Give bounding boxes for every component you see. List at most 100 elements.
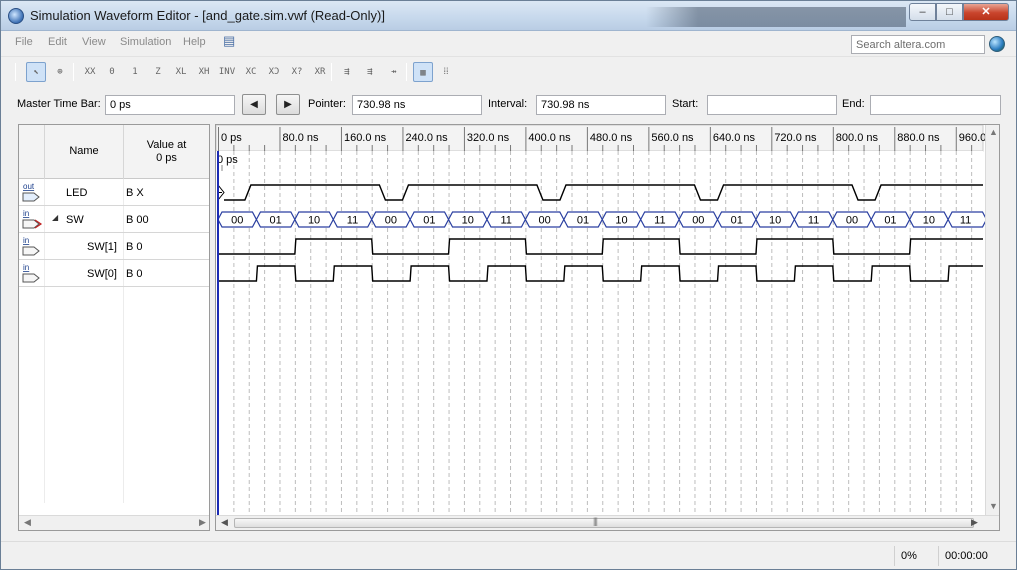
signal-name: SW[0] [87, 268, 117, 280]
app-icon [8, 8, 24, 24]
bus-value-label: 01 [423, 215, 435, 227]
maximize-button[interactable]: □ [936, 3, 963, 21]
value-at-time: 0 ps [156, 152, 177, 164]
overwrite-clock-icon: XƆ [268, 67, 280, 77]
snap-to-grid-icon: ▦ [420, 68, 426, 78]
status-bar: 0% 00:00:00 [1, 541, 1016, 569]
icon-column-header[interactable] [19, 125, 45, 179]
scroll-right-icon[interactable]: ▶ [199, 517, 206, 528]
svg-text:in: in [23, 209, 29, 218]
bus-value-label: 10 [769, 215, 781, 227]
feedback-icon[interactable]: ▤ [223, 33, 235, 49]
force-weak-high-icon: XH [198, 67, 210, 77]
menu-help[interactable]: Help [183, 36, 206, 48]
elapsed-time-status: 00:00:00 [938, 546, 996, 566]
menu-view[interactable]: View [82, 36, 106, 48]
force-weak-high-button[interactable]: XH [194, 62, 214, 82]
signal-value: B X [126, 187, 144, 199]
grid-settings-button[interactable]: ⁞⁞ [436, 62, 456, 82]
menu-file[interactable]: File [15, 36, 33, 48]
start-field [707, 95, 837, 115]
waveform-canvas[interactable]: 0 ps 80.0 ns 160.0 ns 240.0 ns 320.0 ns 400.0… [216, 125, 985, 515]
overwrite-clock-button[interactable]: XƆ [264, 62, 284, 82]
generate-testbench-button[interactable]: ⇸ [384, 62, 404, 82]
bus-value-label: 11 [347, 215, 358, 227]
force-weak-low-button[interactable]: XL [171, 62, 191, 82]
signal-name: SW[1] [87, 241, 117, 253]
cursor-label-strip [216, 151, 983, 179]
force-low-icon: 0 [109, 67, 115, 77]
scrollbar-thumb[interactable] [234, 518, 974, 528]
signal-value: B 00 [126, 214, 149, 226]
sw0-waveform[interactable] [218, 265, 983, 282]
scroll-up-icon[interactable]: ▲ [989, 127, 998, 137]
force-high-impedance-button[interactable]: Z [148, 62, 168, 82]
run-functional-simulation-icon: ⇶ [344, 67, 350, 77]
close-button[interactable]: ✕ [963, 3, 1009, 21]
signal-value: B 0 [126, 268, 143, 280]
toolbar-separator [331, 63, 332, 81]
minimize-button[interactable]: – [909, 3, 936, 21]
generate-testbench-icon: ⇸ [391, 67, 397, 77]
master-time-bar-field[interactable]: 0 ps [105, 95, 235, 115]
arbitrary-value-button[interactable]: XR [310, 62, 330, 82]
name-column-header[interactable]: Name [45, 125, 124, 179]
names-header: Name Value at 0 ps [19, 125, 209, 179]
previous-transition-button[interactable]: ◀ [242, 94, 266, 115]
search-input[interactable]: Search altera.com [851, 35, 985, 54]
master-time-bar-label: Master Time Bar: [17, 98, 101, 110]
led-waveform[interactable] [224, 184, 983, 201]
zoom-tool-icon: ⊕ [57, 67, 63, 77]
ruler-label: 480.0 ns [590, 132, 633, 144]
globe-icon[interactable] [989, 36, 1005, 52]
zoom-tool-button[interactable]: ⊕ [50, 62, 70, 82]
toolbar-separator [73, 63, 74, 81]
scroll-left-icon[interactable]: ◀ [24, 517, 31, 528]
force-high-icon: 1 [132, 67, 138, 77]
ruler-label: 400.0 ns [528, 132, 571, 144]
next-transition-button[interactable]: ▶ [276, 94, 300, 115]
signal-name: LED [66, 187, 88, 199]
menu-simulation[interactable]: Simulation [120, 36, 171, 48]
waveform-horizontal-scrollbar[interactable]: ◀ ||| ▶ [216, 515, 999, 530]
scroll-right-icon[interactable]: ▶ [971, 517, 978, 528]
signal-row[interactable]: in SW[1] B 0 [19, 233, 209, 260]
expand-toggle-icon[interactable]: ◢ [52, 213, 58, 222]
run-timing-simulation-button[interactable]: ⇶ [360, 62, 380, 82]
bus-value-label: 01 [884, 215, 896, 227]
snap-to-grid-button[interactable]: ▦ [413, 62, 433, 82]
title-bar[interactable]: Simulation Waveform Editor - [and_gate.s… [1, 1, 1016, 31]
names-horizontal-scrollbar[interactable]: ◀ ▶ [19, 515, 209, 530]
svg-text:in: in [23, 236, 29, 245]
waveform-vertical-scrollbar[interactable]: ▲ ▼ [985, 125, 999, 515]
bus-value-label: 01 [270, 215, 282, 227]
bus-value-label: 11 [808, 215, 819, 227]
background-window-ghost [646, 7, 906, 27]
sw1-waveform[interactable] [218, 238, 983, 255]
bus-value-label: 00 [846, 215, 858, 227]
signal-row[interactable]: in ◢ SW B 00 [19, 206, 209, 233]
waveform-panel[interactable]: 0 ps 80.0 ns 160.0 ns 240.0 ns 320.0 ns 400.0… [215, 124, 1000, 531]
scroll-down-icon[interactable]: ▼ [989, 501, 998, 511]
scroll-left-icon[interactable]: ◀ [221, 517, 228, 528]
input-pin-icon: in [21, 262, 43, 284]
menu-edit[interactable]: Edit [48, 36, 67, 48]
count-value-button[interactable]: XC [241, 62, 261, 82]
run-timing-simulation-icon: ⇶ [367, 67, 373, 77]
interval-label: Interval: [488, 98, 528, 110]
invert-button[interactable]: INV [217, 62, 237, 82]
signal-row[interactable]: in SW[0] B 0 [19, 260, 209, 287]
selection-tool-button[interactable]: ⬉ [26, 62, 46, 82]
ruler-label: 240.0 ns [405, 132, 448, 144]
value-column-header[interactable]: Value at 0 ps [124, 125, 209, 179]
random-values-button[interactable]: X? [287, 62, 307, 82]
signal-row[interactable]: out LED B X [19, 179, 209, 206]
run-functional-simulation-button[interactable]: ⇶ [337, 62, 357, 82]
force-low-button[interactable]: 0 [102, 62, 122, 82]
ruler-label: 0 ps [221, 132, 242, 144]
start-label: Start: [672, 98, 699, 110]
force-high-button[interactable]: 1 [125, 62, 145, 82]
output-pin-icon: out [21, 181, 43, 203]
toolbar-separator [15, 63, 16, 81]
force-unknown-button[interactable]: XX [80, 62, 100, 82]
